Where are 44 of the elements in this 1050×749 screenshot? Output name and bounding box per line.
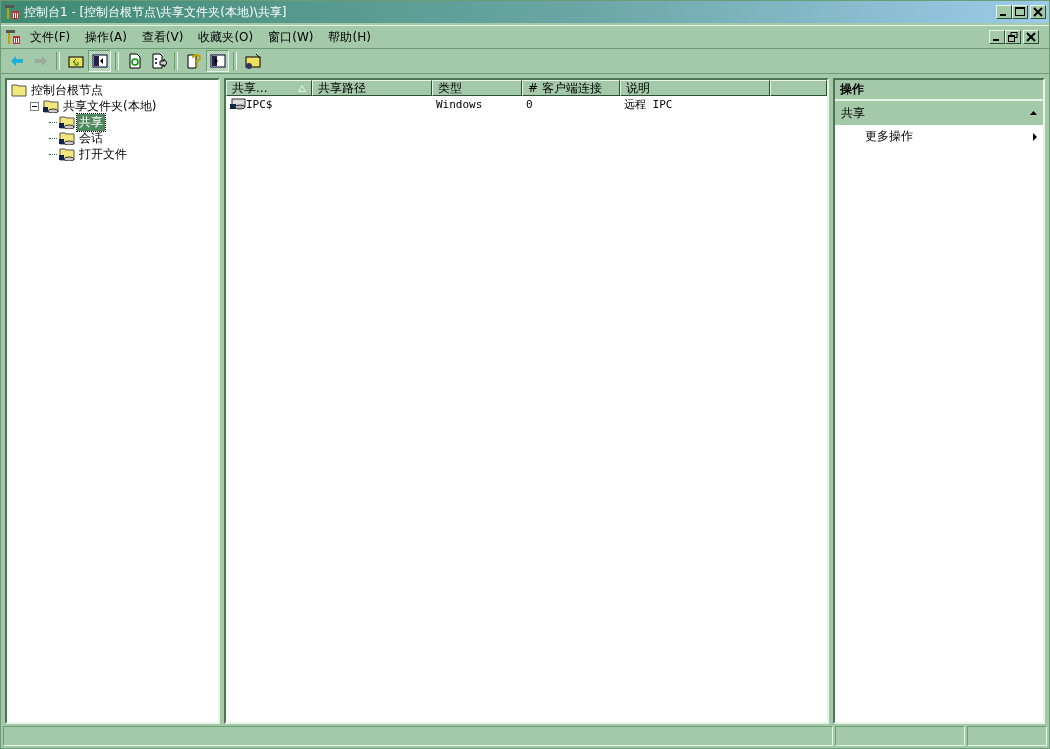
maximize-icon	[1015, 7, 1025, 17]
column-header[interactable]: 类型	[432, 80, 522, 96]
toolbox-icon	[5, 29, 21, 45]
tree-item[interactable]: 会话	[77, 129, 105, 147]
actions-section-header[interactable]: 共享	[835, 101, 1043, 125]
menu-item[interactable]: 查看(V)	[135, 28, 190, 46]
minimize-button[interactable]	[996, 5, 1012, 19]
column-header[interactable]: 共享路径	[312, 80, 432, 96]
minimize-icon	[993, 39, 999, 41]
restore-button[interactable]	[1005, 30, 1021, 44]
close-button[interactable]	[1030, 5, 1046, 19]
close-button[interactable]	[1023, 30, 1039, 44]
action-item[interactable]: 更多操作	[835, 125, 1043, 148]
table-cell: Windows	[436, 97, 483, 111]
table-cell: 0	[526, 97, 533, 111]
actions-title: 操作	[835, 80, 1043, 101]
restore-icon	[1008, 32, 1018, 42]
table-cell: 远程 IPC	[624, 96, 673, 112]
action-pane-icon[interactable]	[206, 50, 229, 72]
menu-item[interactable]: 帮助(H)	[322, 28, 377, 46]
tree-item[interactable]: 共享文件夹(本地)	[61, 97, 159, 115]
minimize-icon	[1000, 14, 1006, 16]
maximize-button[interactable]	[1012, 5, 1028, 19]
tree-item[interactable]: 控制台根节点	[29, 81, 105, 99]
collapse-icon[interactable]	[30, 101, 39, 111]
column-header[interactable]: 共享...	[226, 80, 312, 96]
menu-item[interactable]: 文件(F)	[24, 28, 77, 46]
menu-item[interactable]: 收藏夹(O)	[192, 28, 260, 46]
network-share-icon	[230, 98, 246, 110]
column-header[interactable]: # 客户端连接	[522, 80, 620, 96]
submenu-arrow-icon	[1033, 132, 1037, 141]
toolbox-icon	[4, 4, 20, 20]
tree-pane-icon[interactable]	[88, 50, 111, 72]
minimize-button[interactable]	[989, 30, 1005, 44]
sort-ascending-icon	[298, 84, 306, 92]
column-header[interactable]	[770, 80, 827, 96]
collapse-arrow-icon	[1030, 111, 1037, 115]
menu-item[interactable]: 操作(A)	[79, 28, 133, 46]
tree-item[interactable]: 打开文件	[77, 145, 129, 163]
tree-item[interactable]: 共享	[77, 113, 105, 131]
window-title: 控制台1 - [控制台根节点\共享文件夹(本地)\共享]	[24, 3, 287, 21]
menu-item[interactable]: 窗口(W)	[262, 28, 320, 46]
column-header[interactable]: 说明	[620, 80, 770, 96]
table-cell: IPC$	[246, 97, 273, 111]
